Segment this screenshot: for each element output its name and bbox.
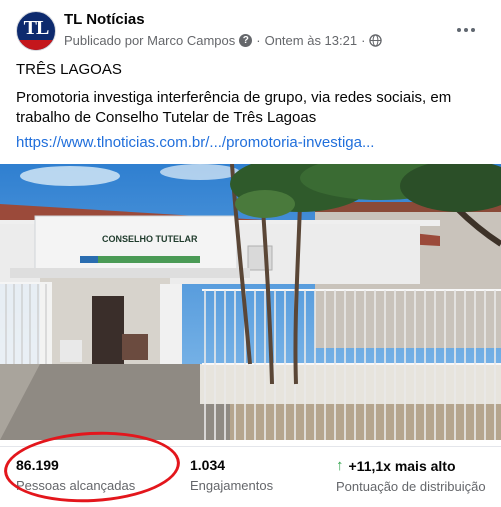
avatar-logo-bar [17,40,55,50]
more-icon[interactable] [452,16,480,44]
meta-dot: · [361,33,366,48]
meta-separator: · [256,33,261,48]
post-meta: Publicado por Marco Campos ? · Ontem às … [64,33,383,48]
page-name[interactable]: TL Notícias [64,11,145,28]
sign-text: CONSELHO TUTELAR [102,234,198,244]
post-link[interactable]: https://www.tlnoticias.com.br/.../promot… [16,133,486,153]
post-text: TRÊS LAGOAS Promotoria investiga interfe… [16,60,486,153]
post-summary: Promotoria investiga interferência de gr… [16,89,452,126]
engagement-label: Engajamentos [190,478,274,493]
distribution-score-value: +11,1x mais alto [348,457,456,474]
published-by: Publicado por Marco Campos [64,33,236,48]
post-time[interactable]: Ontem às 13:21 [265,33,358,48]
globe-icon [369,34,383,47]
building-photo: CONSELHO TUTELAR [0,164,501,440]
distribution-score-row: ↑ +11,1x mais alto [336,457,486,474]
post-header: TL TL Notícias Publicado por Marco Campo… [0,0,501,56]
engagement-value: 1.034 [190,457,226,473]
avatar-logo-text: TL [23,17,50,39]
page-avatar[interactable]: TL [16,11,56,51]
post-location: TRÊS LAGOAS [16,61,122,78]
distribution-score-stat[interactable]: ↑ +11,1x mais alto Pontuação de distribu… [336,457,486,494]
post-photo[interactable]: CONSELHO TUTELAR [0,164,501,440]
engagement-stat[interactable]: 1.034 Engajamentos [190,457,273,493]
info-icon[interactable]: ? [239,34,253,47]
distribution-score-label: Pontuação de distribuição [336,479,486,494]
up-arrow-icon: ↑ [336,457,344,474]
